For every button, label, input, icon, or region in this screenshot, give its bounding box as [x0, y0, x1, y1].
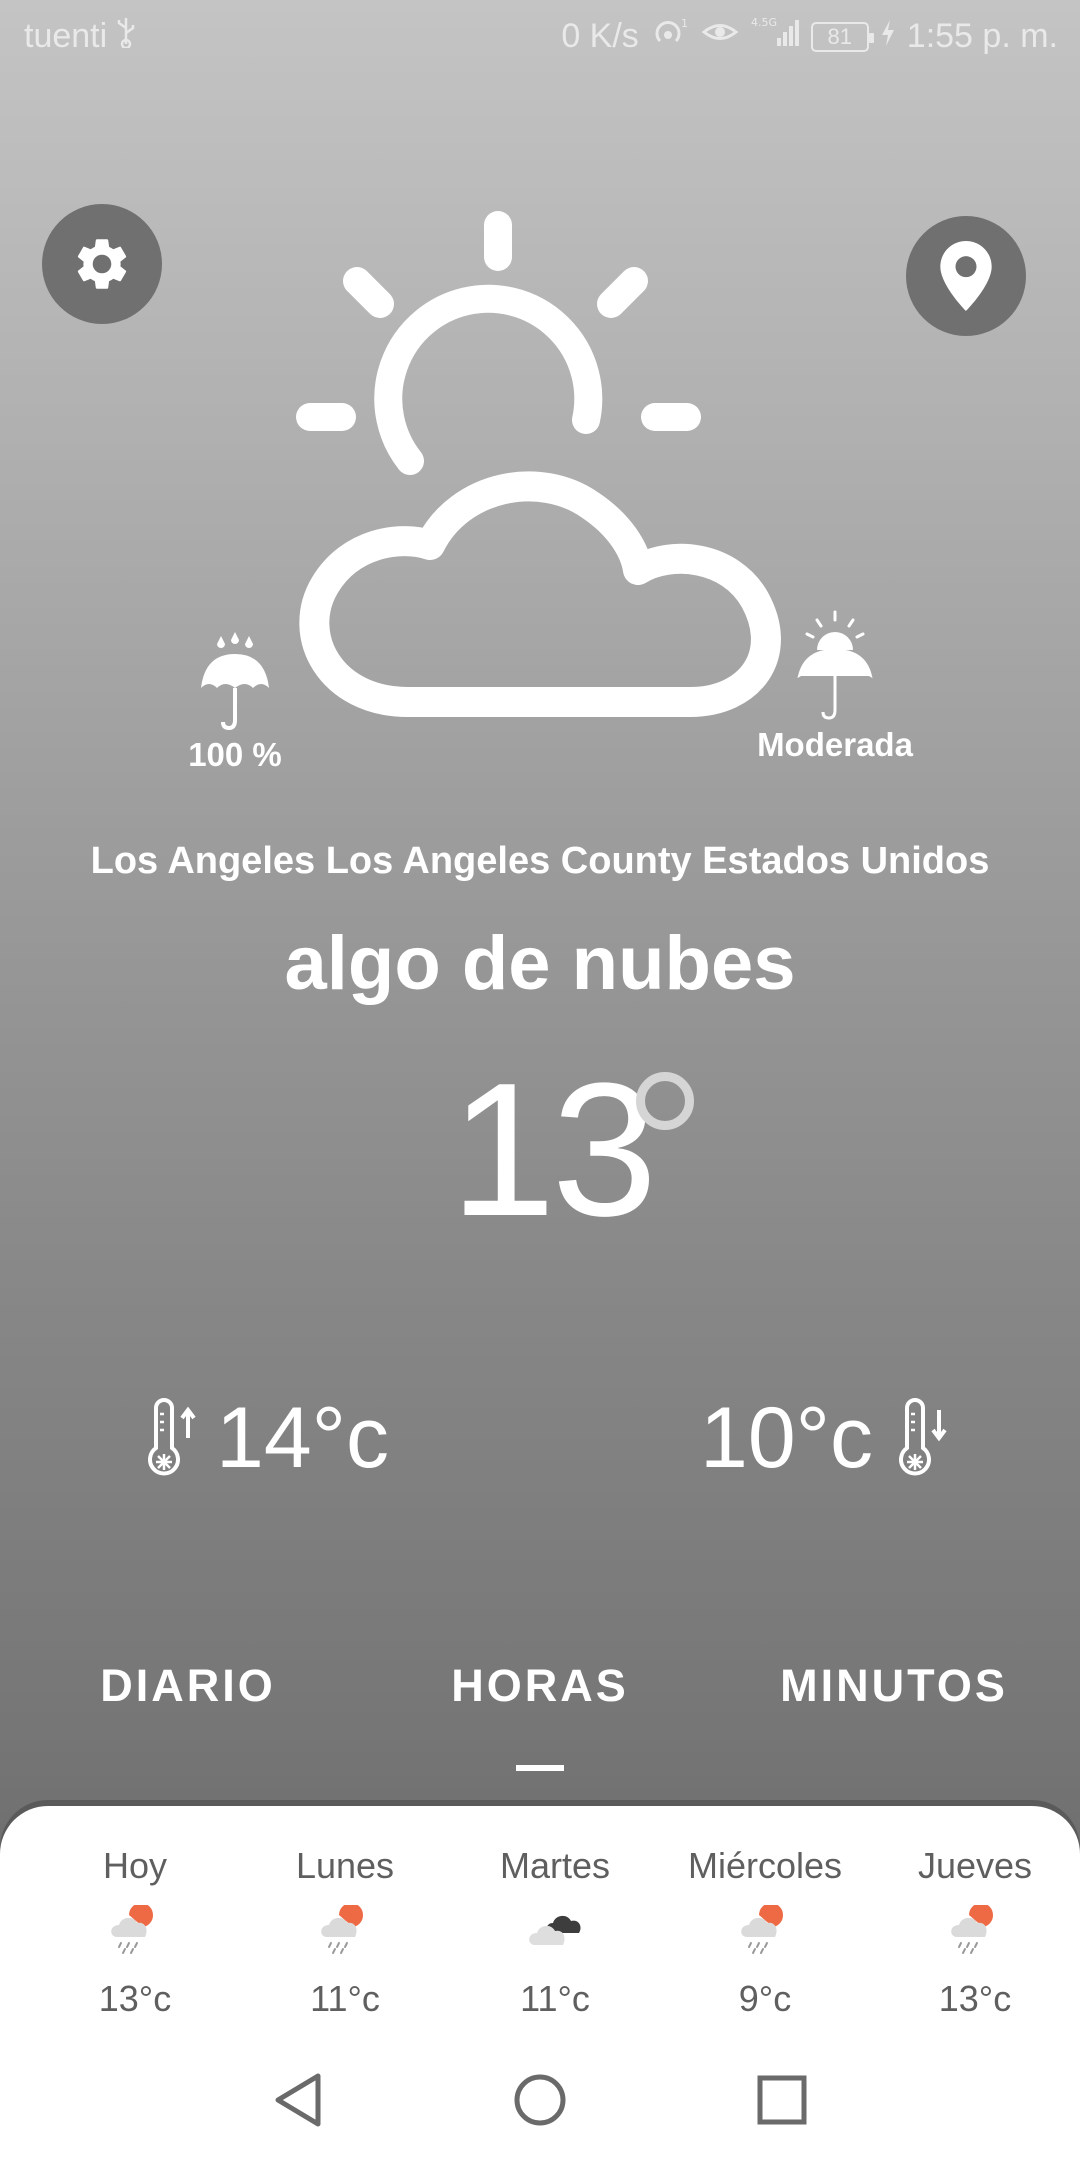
- location-label: Los Angeles Los Angeles County Estados U…: [90, 840, 990, 882]
- recents-button[interactable]: [756, 2072, 808, 2133]
- uv-index-value: Moderada: [757, 726, 913, 763]
- current-temperature: 13: [450, 1044, 657, 1256]
- uv-index: Moderada: [730, 610, 940, 764]
- hotspot-icon: 1: [651, 17, 689, 56]
- battery-level: 81: [827, 23, 853, 49]
- forecast-day[interactable]: Jueves 13°c: [870, 1845, 1080, 2020]
- forecast-day[interactable]: Hoy 13°c: [30, 1845, 240, 2020]
- dark-cloud-icon: [529, 1915, 581, 1945]
- back-button[interactable]: [272, 2072, 324, 2133]
- forecast-tabs: DIARIO HORAS MINUTOS: [0, 1660, 1080, 1770]
- tab-indicator: [516, 1765, 564, 1771]
- home-circle-icon: [514, 2074, 566, 2126]
- network-type: 4.5G: [751, 16, 777, 29]
- rain-probability: 100 %: [170, 632, 300, 774]
- tab-diario[interactable]: DIARIO: [18, 1660, 358, 1712]
- rain-probability-value: 100 %: [188, 736, 282, 773]
- eye-comfort-icon: [701, 17, 739, 56]
- rain-sun-icon: [111, 1903, 154, 1954]
- tab-minutos[interactable]: MINUTOS: [724, 1660, 1064, 1712]
- location-button[interactable]: [906, 216, 1026, 336]
- map-pin-icon: [940, 241, 992, 311]
- forecast-day-name: Lunes: [295, 1845, 395, 1886]
- tab-horas[interactable]: HORAS: [370, 1660, 710, 1712]
- rain-sun-icon: [321, 1903, 364, 1954]
- forecast-day[interactable]: Lunes 11°c: [240, 1845, 450, 2020]
- rain-sun-icon: [951, 1903, 994, 1954]
- forecast-day-temp: 13°c: [98, 1978, 172, 2019]
- signal-icon: 4.5G: [751, 16, 799, 57]
- recents-square-icon: [757, 2075, 807, 2125]
- charging-icon: [881, 17, 895, 56]
- umbrella-rain-icon: [201, 632, 269, 731]
- home-button[interactable]: [512, 2072, 568, 2133]
- thermometer-down-icon: [899, 1398, 947, 1476]
- forecast-day-name: Martes: [499, 1845, 611, 1886]
- svg-text:1: 1: [681, 17, 688, 30]
- usb-icon: [115, 16, 137, 57]
- forecast-day[interactable]: Martes 11°c: [450, 1845, 660, 2020]
- back-triangle-icon: [275, 2073, 321, 2127]
- condition-label: algo de nubes: [284, 921, 796, 1006]
- navigation-bar: [0, 2060, 1080, 2160]
- forecast-day-temp: 9°c: [738, 1978, 792, 2019]
- forecast-day-name: Miércoles: [687, 1845, 843, 1886]
- thermometer-up-icon: [148, 1398, 196, 1476]
- forecast-day-temp: 13°c: [938, 1978, 1012, 2019]
- max-temperature: 14°c: [138, 1395, 389, 1481]
- umbrella-sun-icon: [797, 610, 873, 720]
- rain-sun-icon: [741, 1903, 784, 1954]
- forecast-day-temp: 11°c: [310, 1978, 380, 2019]
- forecast-day-name: Hoy: [102, 1845, 168, 1886]
- forecast-day[interactable]: Miércoles 9°c: [660, 1845, 870, 2020]
- min-temperature: 10°c: [700, 1395, 951, 1481]
- status-bar: tuenti 0 K/s 1 4.5G 81 1:55 p. m.: [0, 0, 1080, 74]
- network-speed: 0 K/s: [561, 17, 639, 55]
- carrier-label: tuenti: [24, 17, 108, 55]
- gear-icon: [77, 239, 127, 289]
- battery-indicator: 81: [810, 21, 874, 52]
- clock: 1:55 p. m.: [906, 17, 1058, 55]
- forecast-day-name: Jueves: [917, 1845, 1033, 1886]
- degree-symbol: [636, 1072, 694, 1130]
- max-temperature-value: 14°c: [216, 1390, 390, 1486]
- min-temperature-value: 10°c: [700, 1390, 874, 1486]
- settings-button[interactable]: [42, 204, 162, 324]
- forecast-day-temp: 11°c: [520, 1978, 590, 2019]
